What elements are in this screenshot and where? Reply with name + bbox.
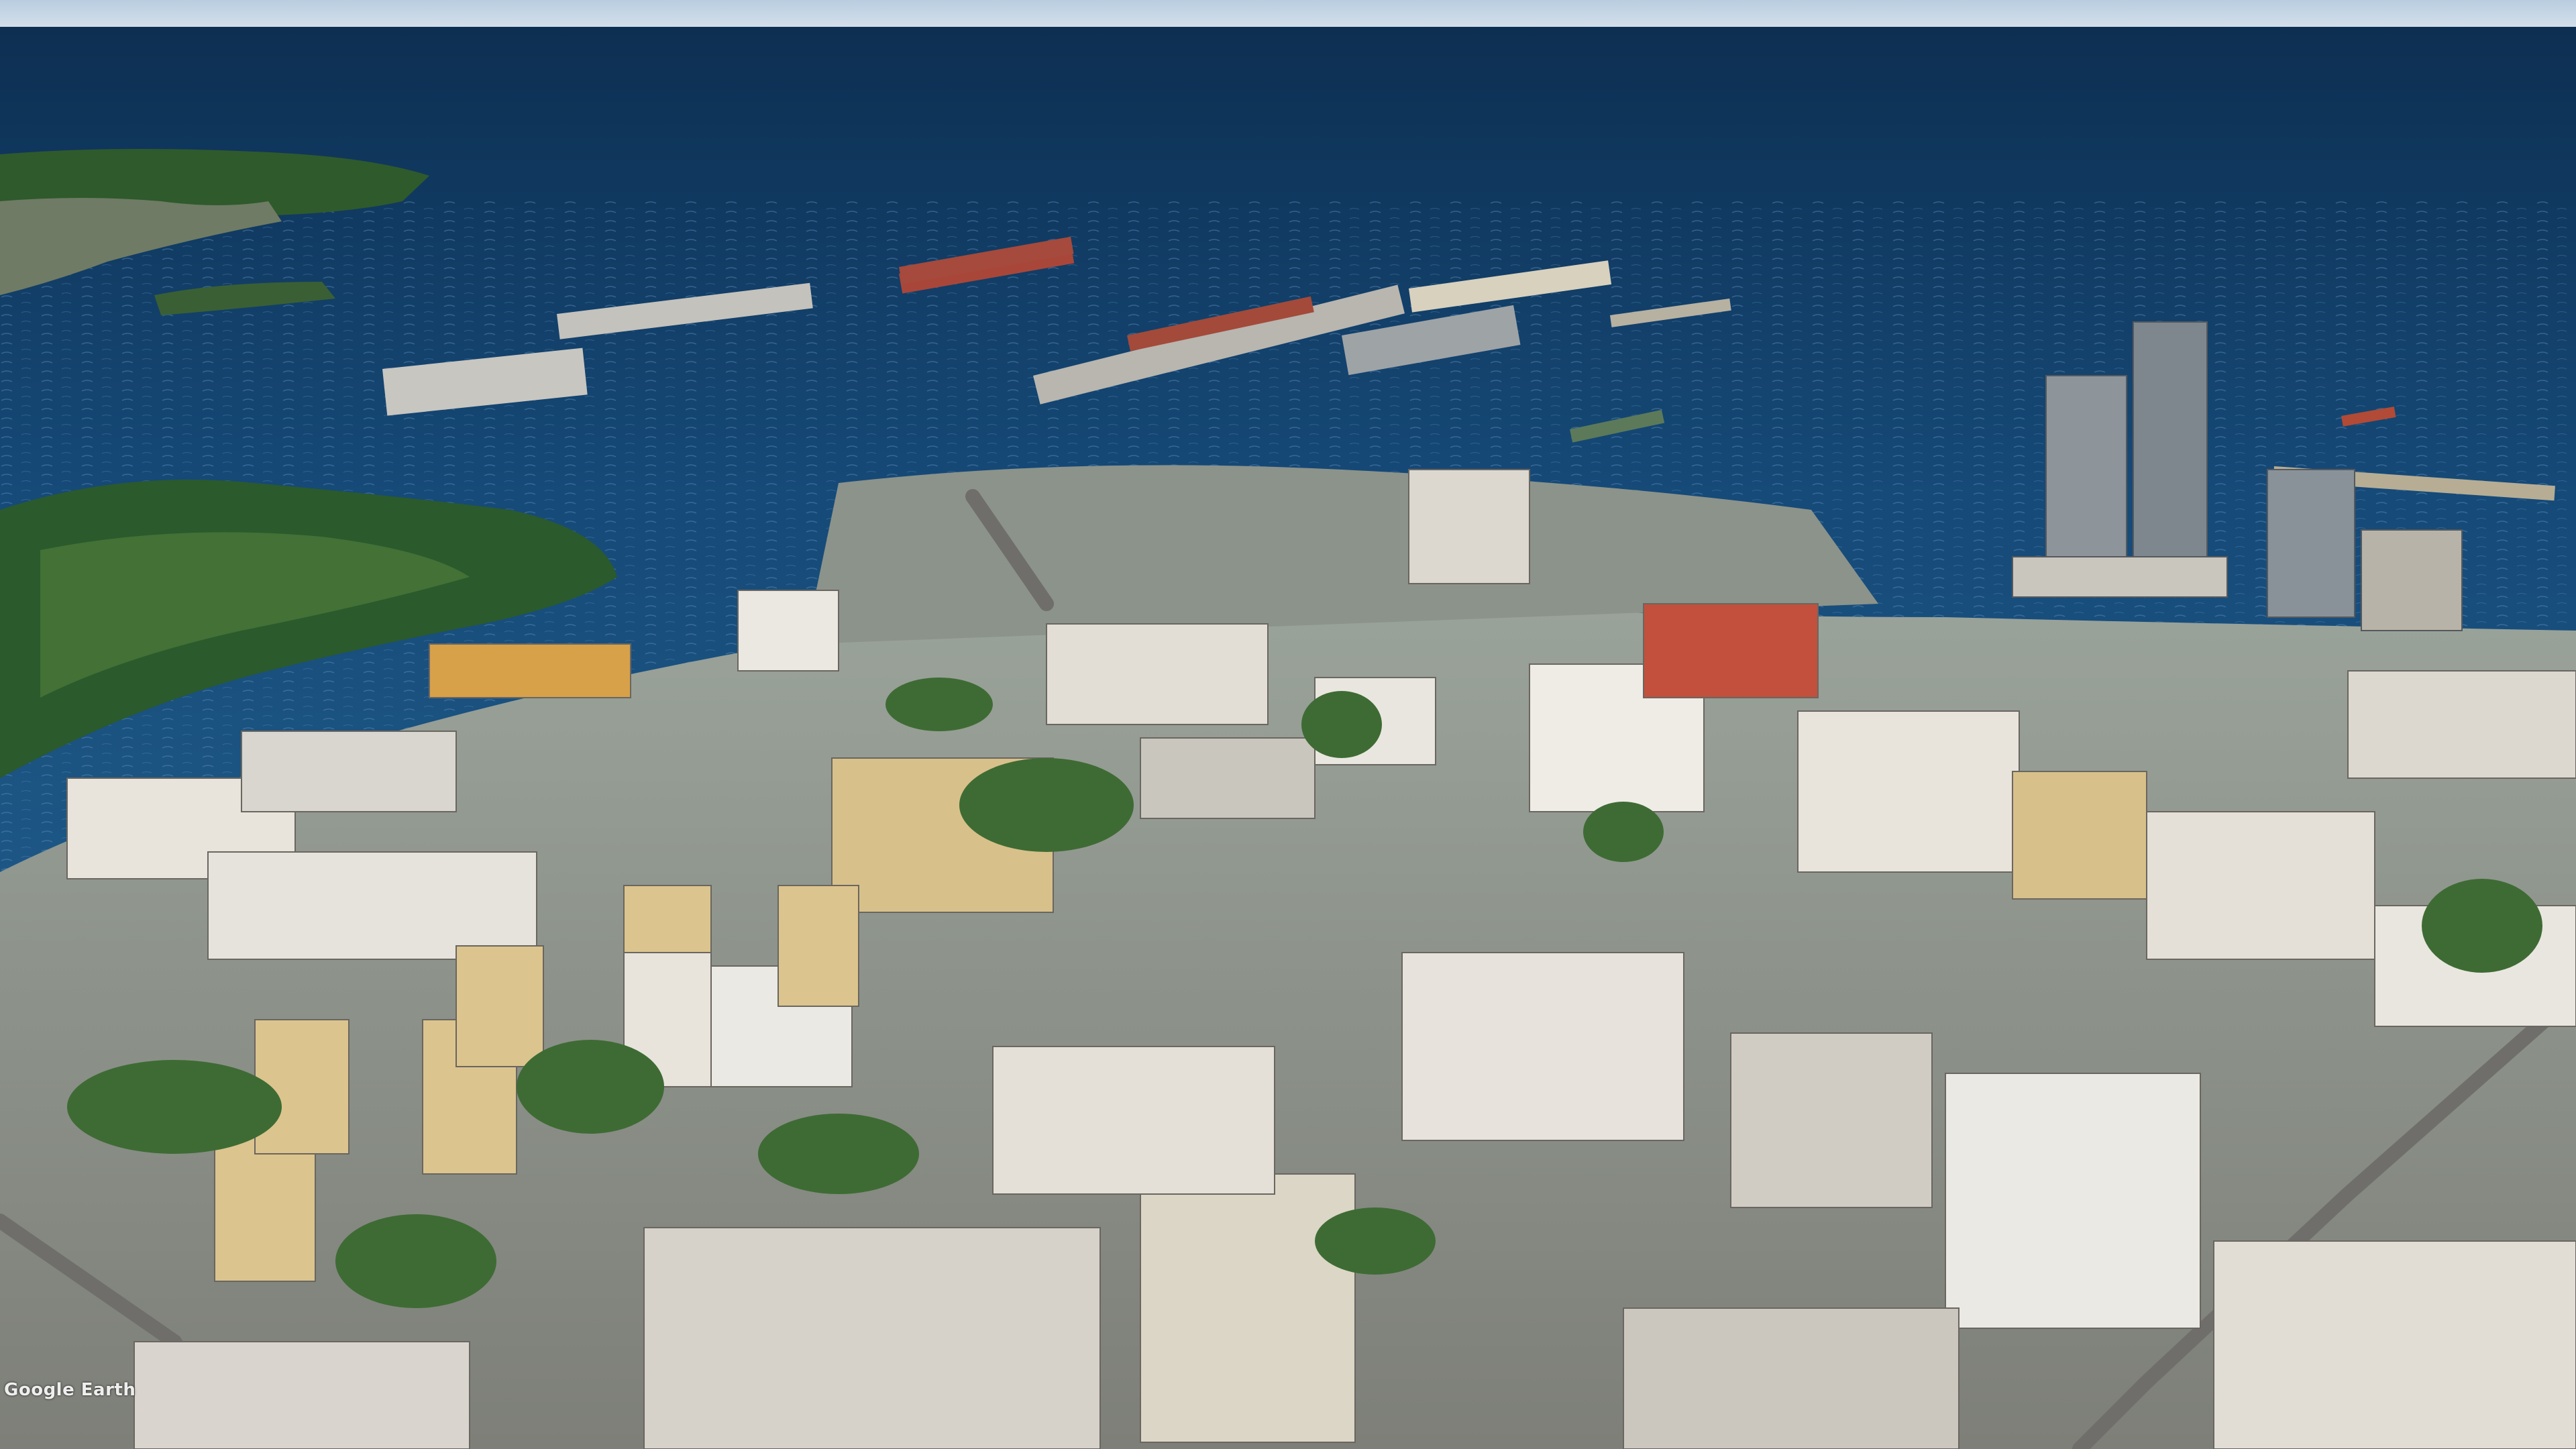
map-attribution: Google Earth bbox=[4, 1381, 136, 1400]
map-viewport[interactable]: Google Earth bbox=[0, 0, 2576, 1449]
sky bbox=[0, 0, 2576, 31]
aerial-city-flood-scene bbox=[0, 0, 2576, 1449]
google-earth-logo: Google Earth bbox=[4, 1380, 136, 1400]
